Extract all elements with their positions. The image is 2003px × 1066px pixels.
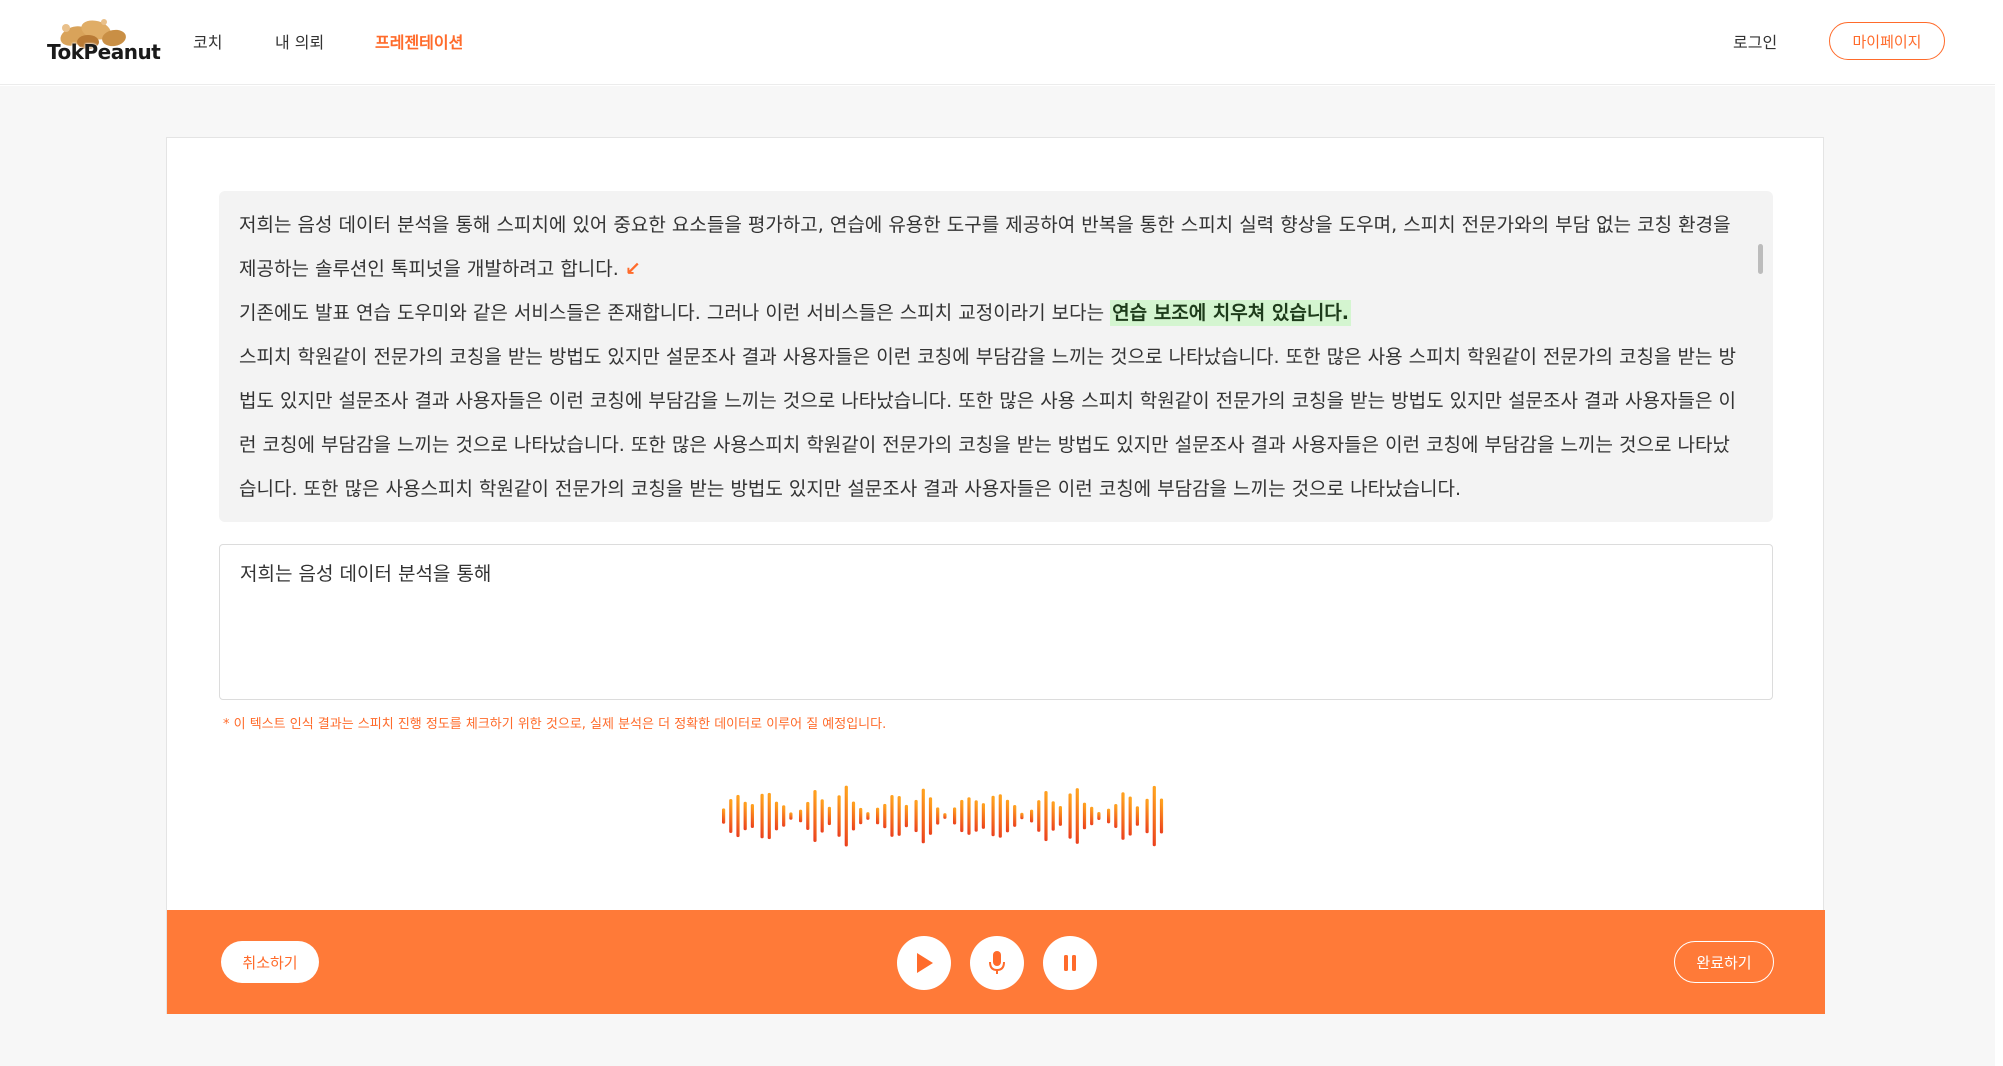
waveform-bar [750,804,754,828]
waveform-bar [1082,802,1087,830]
arrow-down-left-icon: ↙ [624,258,641,280]
waveform-bar [890,795,894,837]
waveform-bar [998,794,1002,838]
waveform-bar [921,788,925,844]
waveform-bar [736,794,740,838]
waveform-bar [866,812,870,820]
script-line-1: 저희는 음성 데이터 분석을 통해 스피치에 있어 중요한 요소들을 평가하고,… [239,214,1731,280]
waveform-bar [960,799,964,833]
waveform-bar [897,796,901,836]
pause-button[interactable] [1043,936,1097,990]
waveform-bar [789,812,793,820]
waveform-bar [774,801,779,831]
waveform-bar [1090,806,1094,826]
waveform-bar [1135,806,1139,826]
waveform-bar [1159,798,1164,834]
top-header: TokPeanut 코치 내 의뢰 프레젠테이션 로그인 마이페이지 [0,0,1995,85]
waveform-bar [1097,812,1101,820]
waveform-bar [1114,804,1118,828]
waveform-bar [813,790,817,842]
recognition-notice: * 이 텍스트 인식 결과는 스피치 진행 정도를 체크하기 위한 것으로, 실… [223,717,887,732]
nav-presentation[interactable]: 프레젠테이션 [375,29,463,53]
waveform-bar [936,807,940,825]
waveform-bar [722,808,726,824]
pause-icon [1064,955,1076,971]
waveform-bar [876,807,880,825]
microphone-icon [989,951,1005,974]
waveform-bar [1013,805,1017,827]
waveform-bar [943,813,947,819]
cancel-button[interactable]: 취소하기 [221,941,319,983]
script-scrollbar[interactable] [1758,244,1763,274]
logo-text: TokPeanut [47,40,161,64]
waveform-bar [904,804,908,828]
script-panel[interactable]: 저희는 음성 데이터 분석을 통해 스피치에 있어 중요한 요소들을 평가하고,… [219,191,1773,522]
waveform-bar [743,801,747,831]
waveform-bar [1068,793,1072,839]
play-icon [917,953,933,973]
script-line-3: 스피치 학원같이 전문가의 코칭을 받는 방법도 있지만 설문조사 결과 사용자… [239,346,1736,500]
waveform-bar [799,809,803,823]
waveform-bar [1044,791,1048,842]
nav-coach[interactable]: 코치 [193,29,222,53]
script-text: 저희는 음성 데이터 분석을 통해 스피치에 있어 중요한 요소들을 평가하고,… [239,203,1739,511]
waveform-bar [827,806,831,826]
recognition-text: 저희는 음성 데이터 분석을 통해 [240,563,492,585]
waveform-bar [967,797,971,835]
waveform-bar [837,795,841,837]
waveform-bar [1037,800,1041,832]
waveform-bar [1152,785,1156,847]
waveform-bar [1107,808,1111,824]
waveform-bar [991,795,995,837]
script-highlight: 연습 보조에 치우쳐 있습니다. [1110,300,1351,326]
microphone-button[interactable] [970,936,1024,990]
waveform-bar [767,792,771,840]
mypage-button[interactable]: 마이페이지 [1829,22,1945,60]
waveform-bar [859,807,863,825]
waveform-bar [760,793,764,839]
waveform-bar [729,799,733,833]
waveform-bar [820,799,824,833]
waveform-bar [1121,792,1125,840]
waveform-bar [1051,801,1055,831]
audio-waveform [722,785,1164,847]
waveform-bar [1058,806,1062,826]
waveform-bar [782,805,786,827]
waveform-bar [851,801,856,831]
waveform-bar [883,803,887,829]
waveform-bar [1128,796,1132,836]
waveform-bar [844,785,848,847]
login-link[interactable]: 로그인 [1733,29,1777,53]
nav-my-requests[interactable]: 내 의뢰 [275,29,324,53]
recognition-result-box: 저희는 음성 데이터 분석을 통해 [219,544,1773,700]
waveform-bar [953,807,957,825]
waveform-bar [914,799,918,833]
waveform-bar [974,800,978,832]
waveform-bar [1030,809,1034,823]
script-line-2: 기존에도 발표 연습 도우미와 같은 서비스들은 존재합니다. 그러나 이런 서… [239,302,1105,324]
waveform-bar [1145,798,1149,834]
waveform-bar [1005,799,1010,833]
waveform-bar [981,803,985,829]
waveform-bar [806,801,810,830]
complete-button[interactable]: 완료하기 [1674,941,1774,983]
waveform-bar [1075,788,1079,844]
play-button[interactable] [897,936,951,990]
presentation-practice-page: TokPeanut 코치 내 의뢰 프레젠테이션 로그인 마이페이지 저희는 음… [0,0,2003,1066]
waveform-bar [1020,812,1024,820]
waveform-bar [928,797,933,835]
tokpeanut-logo[interactable]: TokPeanut [44,14,161,68]
